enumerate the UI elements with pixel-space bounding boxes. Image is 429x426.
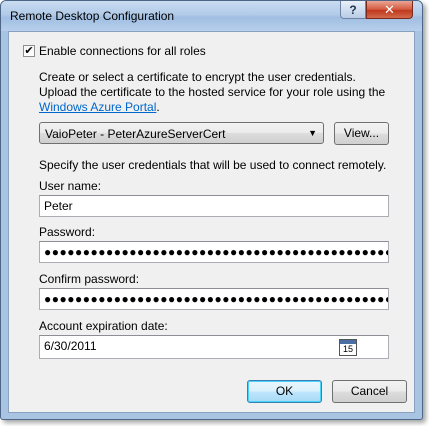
username-input[interactable]: Peter (39, 195, 389, 217)
password-input[interactable]: ●●●●●●●●●●●●●●●●●●●●●●●●●●●●●●●●●●●●●●●●… (39, 241, 389, 263)
help-button[interactable]: ? (340, 1, 366, 19)
ok-button[interactable]: OK (247, 380, 322, 403)
calendar-icon[interactable]: 15 (339, 339, 357, 356)
view-certificate-button[interactable]: View... (334, 122, 389, 145)
enable-connections-label[interactable]: Enable connections for all roles (39, 44, 206, 58)
confirm-password-label: Confirm password: (39, 272, 140, 286)
expiration-date-value: 6/30/2011 (44, 339, 97, 353)
dialog-window: Remote Desktop Configuration ? ✕ ✔ Enabl… (0, 0, 423, 420)
username-label: User name: (39, 179, 102, 193)
certificate-select-value: VaioPeter - PeterAzureServerCert (45, 127, 226, 141)
certificate-select[interactable]: VaioPeter - PeterAzureServerCert ▼ (39, 122, 324, 144)
link-suffix: . (156, 100, 160, 114)
close-button[interactable]: ✕ (366, 1, 413, 19)
confirm-password-input[interactable]: ●●●●●●●●●●●●●●●●●●●●●●●●●●●●●●●●●●●●●●●●… (39, 288, 389, 310)
expiration-date-label: Account expiration date: (39, 319, 168, 333)
certificate-instruction-line1: Create or select a certificate to encryp… (39, 70, 356, 84)
credentials-instruction: Specify the user credentials that will b… (39, 158, 387, 172)
chevron-down-icon: ▼ (308, 128, 317, 138)
dialog-content: ✔ Enable connections for all roles Creat… (8, 31, 415, 413)
azure-portal-link[interactable]: Windows Azure Portal (39, 100, 156, 114)
password-label: Password: (39, 225, 96, 239)
calendar-icon-day: 15 (342, 344, 353, 354)
window-title: Remote Desktop Configuration (10, 9, 175, 23)
check-mark-icon: ✔ (24, 45, 34, 57)
certificate-instruction-line3: Windows Azure Portal. (39, 100, 160, 114)
certificate-instruction-line2: Upload the certificate to the hosted ser… (39, 85, 386, 99)
enable-connections-checkbox[interactable]: ✔ (23, 45, 35, 57)
title-bar[interactable]: Remote Desktop Configuration ? ✕ (1, 1, 422, 31)
cancel-button[interactable]: Cancel (332, 380, 407, 403)
expiration-date-picker[interactable]: 6/30/2011 (39, 335, 389, 359)
